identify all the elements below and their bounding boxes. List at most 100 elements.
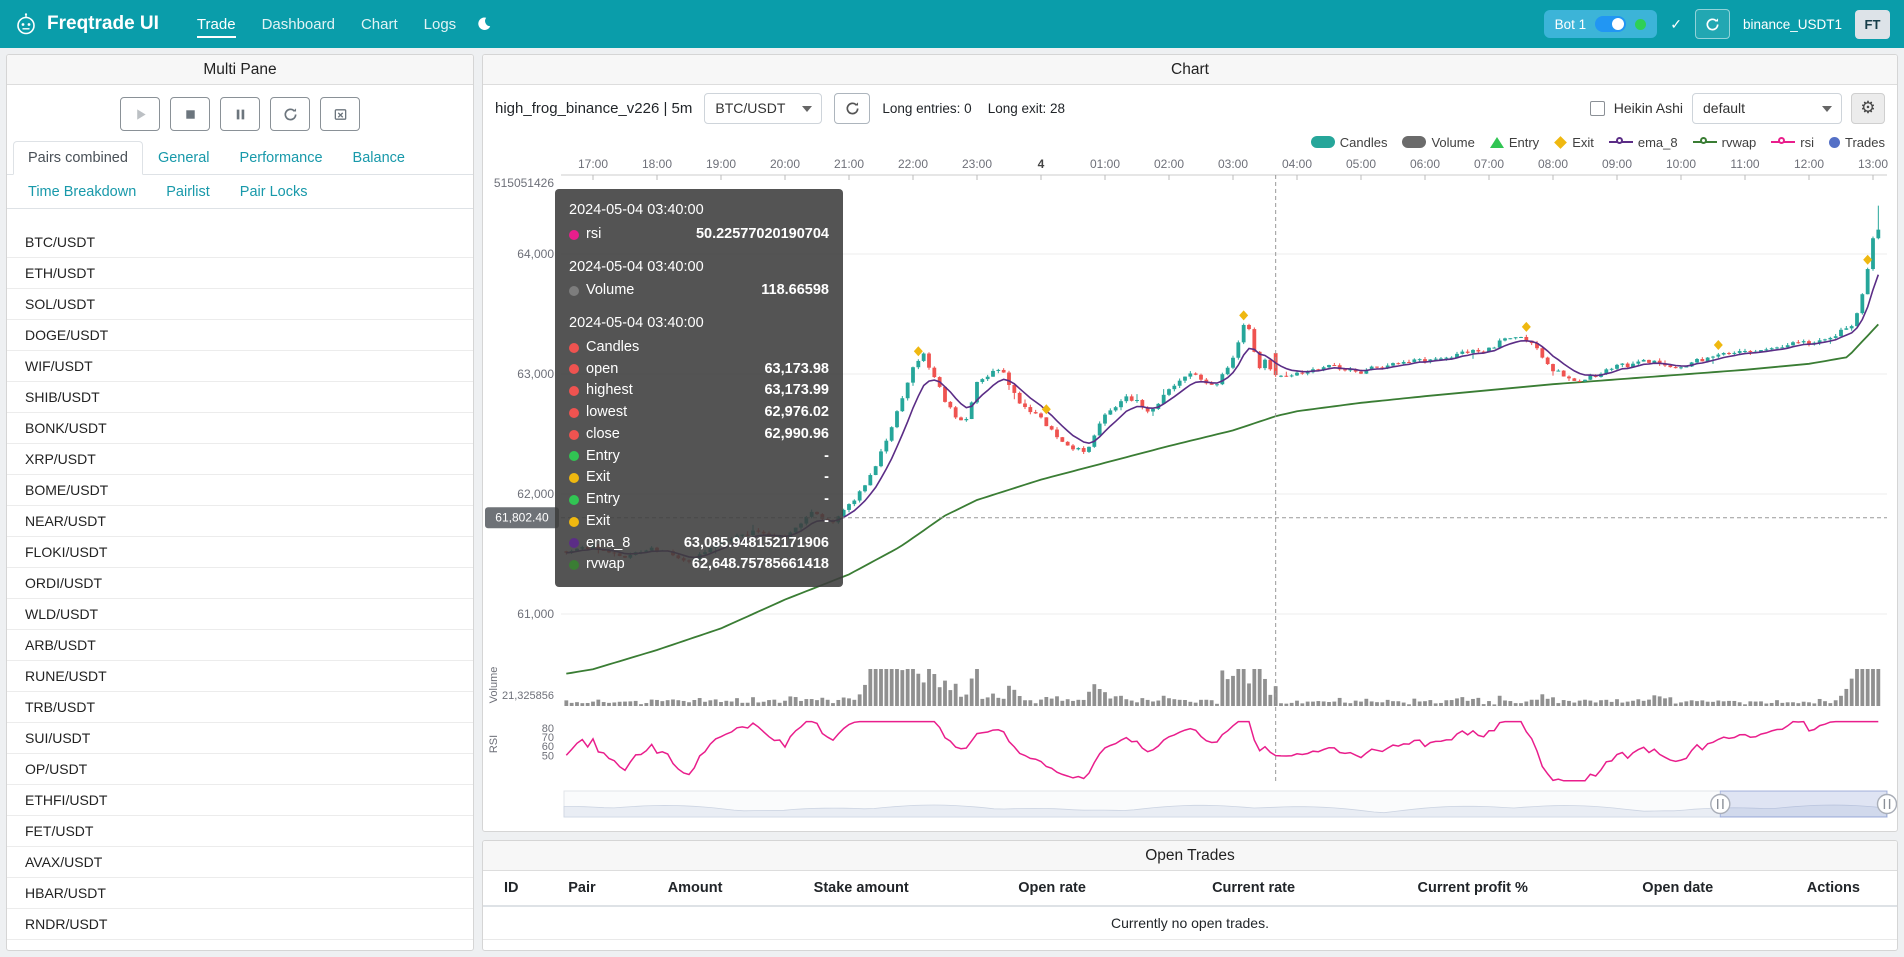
legend-rsi[interactable]: rsi [1771, 135, 1814, 150]
signal-stats: Long entries: 0 Long exit: 28 [882, 101, 1065, 116]
bot-online-status-dot [1635, 19, 1646, 30]
pair-list-item-ethfi-usdt[interactable]: ETHFI/USDT [7, 785, 473, 816]
open-trades-table: IDPairAmountStake amountOpen rateCurrent… [483, 871, 1897, 940]
chart-area: 17:0018:0019:0020:0021:0022:0023:00401:0… [483, 153, 1897, 831]
datazoom-left-handle[interactable] [1711, 795, 1730, 814]
pair-list-item-trb-usdt[interactable]: TRB/USDT [7, 692, 473, 723]
pair-list-item-rune-usdt[interactable]: RUNE/USDT [7, 661, 473, 692]
legend-entry[interactable]: Entry [1490, 135, 1539, 150]
legend-candles[interactable]: Candles [1311, 135, 1388, 150]
nav-link-logs[interactable]: Logs [414, 8, 467, 41]
pause-bot-button[interactable] [220, 97, 260, 131]
user-avatar[interactable]: FT [1855, 10, 1890, 39]
pair-select[interactable]: BTC/USDT [704, 93, 822, 124]
chart-legend: Candles Volume Entry Exit ema_8 rvwap rsi Trade… [483, 131, 1897, 153]
start-bot-button[interactable] [120, 97, 160, 131]
tab-pair-locks[interactable]: Pair Locks [225, 175, 323, 209]
datazoom-right-handle[interactable] [1878, 795, 1897, 814]
pair-list-item-sol-usdt[interactable]: SOL/USDT [7, 289, 473, 320]
pair-list-item-doge-usdt[interactable]: DOGE/USDT [7, 320, 473, 351]
nav-link-dashboard[interactable]: Dashboard [252, 8, 345, 41]
rsi-line [566, 722, 1878, 781]
force-exit-button[interactable] [320, 97, 360, 131]
pair-list-item-ar-usdt[interactable]: AR/USDT [7, 940, 473, 950]
time-axis-label: 07:00 [1474, 157, 1504, 171]
pair-list-item-op-usdt[interactable]: OP/USDT [7, 754, 473, 785]
reload-config-button[interactable] [270, 97, 310, 131]
pair-list-item-rndr-usdt[interactable]: RNDR/USDT [7, 909, 473, 940]
col-header-open-rate: Open rate [957, 871, 1148, 906]
exit-signal-marker [1239, 310, 1248, 320]
price-axis-label: 63,000 [517, 367, 554, 381]
crosshair-price-label: 61,802.40 [495, 511, 549, 525]
gear-icon: ⚙ [1860, 98, 1875, 118]
right-column: Chart high_frog_binance_v226 | 5m BTC/US… [482, 54, 1898, 951]
pause-icon [233, 107, 248, 122]
time-axis-label: 10:00 [1666, 157, 1696, 171]
heikin-ashi-checkbox[interactable] [1590, 101, 1605, 116]
time-axis-label: 09:00 [1602, 157, 1632, 171]
price-axis-label: 61,000 [517, 607, 554, 621]
time-axis-label: 20:00 [770, 157, 800, 171]
bot-control-buttons [7, 85, 473, 141]
rsi-axis-label: 50 [542, 750, 554, 762]
time-axis-label: 22:00 [898, 157, 928, 171]
legend-ema-8[interactable]: ema_8 [1609, 135, 1678, 150]
reload-bot-button[interactable] [1695, 9, 1730, 39]
nav-link-chart[interactable]: Chart [351, 8, 408, 41]
pair-list-item-ordi-usdt[interactable]: ORDI/USDT [7, 568, 473, 599]
pair-list-item-eth-usdt[interactable]: ETH/USDT [7, 258, 473, 289]
pair-list-item-bome-usdt[interactable]: BOME/USDT [7, 475, 473, 506]
legend-volume[interactable]: Volume [1402, 135, 1474, 150]
moon-icon [476, 16, 492, 32]
multi-pane-tabs-row-2: Time BreakdownPairlistPair Locks [7, 175, 473, 209]
multi-pane-title: Multi Pane [7, 55, 473, 85]
col-header-id: ID [483, 871, 540, 906]
tab-balance[interactable]: Balance [338, 141, 420, 175]
bot-ok-check-icon: ✓ [1670, 16, 1682, 33]
tab-performance[interactable]: Performance [225, 141, 338, 175]
chart-canvas[interactable]: 17:0018:0019:0020:0021:0022:0023:00401:0… [483, 153, 1897, 831]
bot-selector[interactable]: Bot 1 [1544, 10, 1658, 38]
pair-list-item-hbar-usdt[interactable]: HBAR/USDT [7, 878, 473, 909]
legend-trades[interactable]: Trades [1829, 135, 1885, 150]
pair-list-item-shib-usdt[interactable]: SHIB/USDT [7, 382, 473, 413]
pair-list-item-floki-usdt[interactable]: FLOKI/USDT [7, 537, 473, 568]
reload-icon [283, 107, 298, 122]
pair-list: BTC/USDTETH/USDTSOL/USDTDOGE/USDTWIF/USD… [7, 227, 473, 950]
plot-config-select[interactable]: default [1692, 93, 1842, 124]
volume-pane-label: Volume [488, 667, 500, 704]
time-axis-label: 05:00 [1346, 157, 1376, 171]
tab-general[interactable]: General [143, 141, 225, 175]
pair-list-item-wld-usdt[interactable]: WLD/USDT [7, 599, 473, 630]
main-layout: Multi Pane [0, 48, 1904, 957]
open-trades-empty-row: Currently no open trades. [483, 906, 1897, 940]
refresh-chart-button[interactable] [834, 93, 870, 124]
pair-list-item-bonk-usdt[interactable]: BONK/USDT [7, 413, 473, 444]
plot-settings-button[interactable]: ⚙ [1851, 93, 1885, 124]
tab-time-breakdown[interactable]: Time Breakdown [13, 175, 151, 209]
tab-pairlist[interactable]: Pairlist [151, 175, 225, 209]
pair-list-item-wif-usdt[interactable]: WIF/USDT [7, 351, 473, 382]
pair-list-item-sui-usdt[interactable]: SUI/USDT [7, 723, 473, 754]
pair-list-item-avax-usdt[interactable]: AVAX/USDT [7, 847, 473, 878]
nav-link-trade[interactable]: Trade [187, 8, 246, 41]
datazoom-selected-range[interactable] [1720, 791, 1887, 817]
pair-list-item-xrp-usdt[interactable]: XRP/USDT [7, 444, 473, 475]
pair-list-item-near-usdt[interactable]: NEAR/USDT [7, 506, 473, 537]
pair-list-item-arb-usdt[interactable]: ARB/USDT [7, 630, 473, 661]
bot-run-toggle[interactable] [1595, 16, 1626, 32]
stop-bot-button[interactable] [170, 97, 210, 131]
chart-toolbar: high_frog_binance_v226 | 5m BTC/USDT Lon… [483, 85, 1897, 131]
theme-toggle-button[interactable] [476, 16, 492, 32]
time-axis-label: 21:00 [834, 157, 864, 171]
pair-list-item-fet-usdt[interactable]: FET/USDT [7, 816, 473, 847]
legend-rvwap[interactable]: rvwap [1693, 135, 1757, 150]
legend-exit[interactable]: Exit [1554, 135, 1594, 150]
pair-list-item-btc-usdt[interactable]: BTC/USDT [7, 227, 473, 258]
stop-icon [183, 107, 198, 122]
time-axis-label: 4 [1038, 157, 1045, 171]
tab-pairs-combined[interactable]: Pairs combined [13, 141, 143, 175]
time-axis-label: 06:00 [1410, 157, 1440, 171]
time-axis-label: 04:00 [1282, 157, 1312, 171]
